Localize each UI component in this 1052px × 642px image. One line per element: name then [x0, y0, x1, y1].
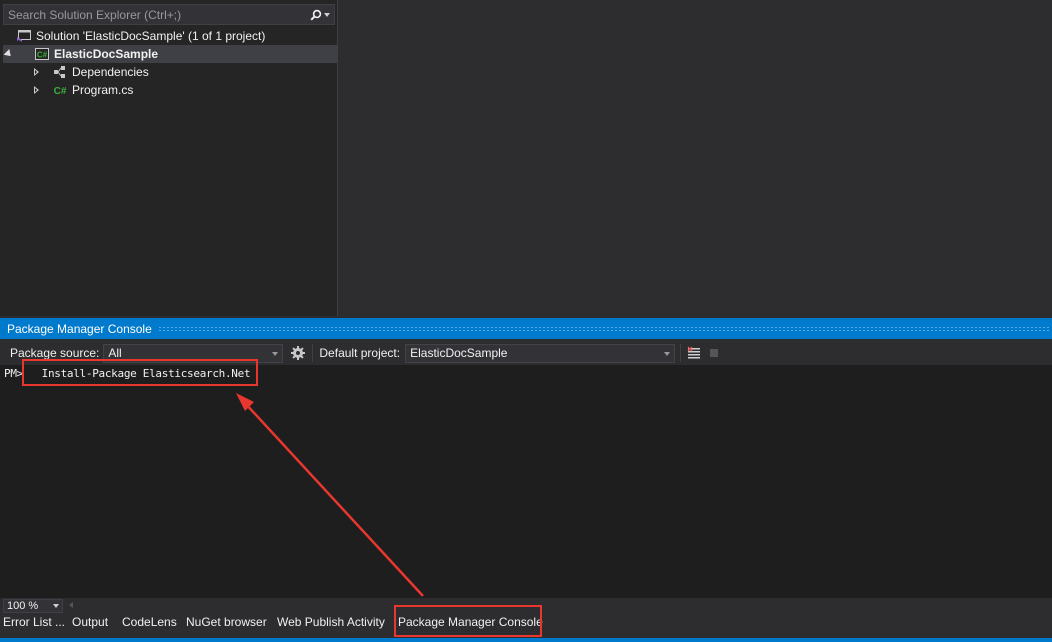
- zoom-value: 100 %: [7, 599, 39, 612]
- tree-item-program-cs[interactable]: C# Program.cs: [3, 81, 337, 99]
- expander-expanded[interactable]: [3, 45, 17, 63]
- tree-item-dependencies[interactable]: Dependencies: [3, 63, 337, 81]
- stop-button[interactable]: [708, 345, 720, 361]
- tree-item-project[interactable]: C# ElasticDocSample: [3, 45, 337, 63]
- bottom-tab-strip: Error List ... Output CodeLens NuGet bro…: [0, 605, 1052, 638]
- title-bar-grip: [157, 325, 1050, 332]
- tab-error-list[interactable]: Error List ...: [3, 613, 65, 631]
- stop-icon: [710, 349, 719, 357]
- solution-icon: [15, 27, 33, 45]
- pmc-title: Package Manager Console: [7, 321, 152, 336]
- tree-item-solution[interactable]: Solution 'ElasticDocSample' (1 of 1 proj…: [3, 27, 337, 45]
- package-source-label: Package source:: [10, 346, 100, 360]
- scroll-left-icon[interactable]: [69, 602, 73, 608]
- toolbar-separator: [312, 344, 314, 362]
- dependencies-icon: [51, 63, 69, 81]
- default-project-value: ElasticDocSample: [410, 346, 508, 360]
- horizontal-scrollbar[interactable]: [67, 601, 1037, 610]
- pmc-title-bar[interactable]: Package Manager Console: [0, 318, 1052, 339]
- tab-output[interactable]: Output: [72, 613, 108, 631]
- csharp-project-icon: C#: [33, 45, 51, 63]
- solution-explorer-panel: Solution 'ElasticDocSample' (1 of 1 proj…: [0, 0, 338, 316]
- tree-item-label: Solution 'ElasticDocSample' (1 of 1 proj…: [36, 29, 266, 43]
- zoom-dropdown[interactable]: 100 %: [3, 598, 63, 613]
- default-project-dropdown[interactable]: ElasticDocSample: [405, 343, 676, 363]
- svg-text:C#: C#: [37, 51, 48, 60]
- clear-console-icon: [687, 346, 701, 359]
- solution-explorer-search-input[interactable]: [4, 5, 304, 24]
- package-source-value: All: [108, 346, 122, 360]
- search-icon: [310, 9, 322, 21]
- tree-item-label: Dependencies: [72, 65, 149, 79]
- tab-nuget-browser[interactable]: NuGet browser: [186, 613, 267, 631]
- svg-text:C#: C#: [54, 86, 67, 97]
- solution-explorer-search-box[interactable]: [3, 4, 335, 25]
- chevron-down-icon: [324, 12, 330, 17]
- tab-web-publish-activity[interactable]: Web Publish Activity: [277, 613, 385, 631]
- gear-icon: [291, 346, 306, 360]
- csharp-file-icon: C#: [51, 81, 69, 99]
- chevron-down-icon: [272, 351, 279, 356]
- tab-highlight-box: [394, 605, 542, 637]
- toolbar-separator: [680, 344, 682, 362]
- collapsed-arrow-icon: [33, 86, 39, 94]
- package-source-settings-button[interactable]: [289, 344, 307, 362]
- default-project-label: Default project:: [319, 346, 401, 360]
- command-highlight-box: [22, 359, 258, 386]
- expander-collapsed[interactable]: [29, 81, 43, 99]
- expander-collapsed[interactable]: [29, 63, 43, 81]
- collapsed-arrow-icon: [33, 68, 39, 76]
- expanded-arrow-icon: [3, 49, 14, 59]
- status-bar: [0, 638, 1052, 642]
- chevron-down-icon: [664, 351, 671, 356]
- chevron-down-icon: [53, 603, 59, 608]
- editor-area: [339, 0, 1052, 316]
- tree-item-label: Program.cs: [72, 83, 134, 97]
- clear-console-button[interactable]: [686, 345, 702, 361]
- console-prompt: PM>: [4, 367, 23, 380]
- pmc-console-output[interactable]: PM> Install-Package Elasticsearch.Net: [0, 359, 1052, 598]
- tree-item-label: ElasticDocSample: [54, 47, 159, 61]
- tab-codelens[interactable]: CodeLens: [122, 613, 177, 631]
- search-options-button[interactable]: [306, 5, 334, 24]
